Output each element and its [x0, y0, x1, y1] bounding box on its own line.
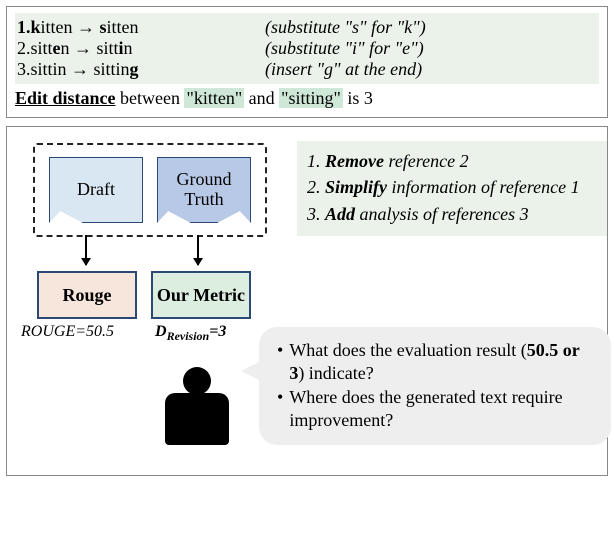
our-metric-box: Our Metric	[151, 271, 251, 319]
draft-doc: Draft	[49, 157, 143, 223]
rouge-box: Rouge	[37, 271, 137, 319]
transform-steps: 1.kitten → sitten (substitute "s" for "k…	[15, 13, 599, 84]
speech-bubble: • What does the evaluation result (50.5 …	[259, 327, 611, 445]
step-note: (substitute "i" for "e")	[265, 38, 424, 59]
op-1: 1. Remove reference 2	[307, 149, 597, 173]
arrow-gt-to-ourmetric	[197, 235, 199, 265]
step-num: 2.	[17, 38, 31, 58]
person-icon	[157, 367, 237, 457]
question-2: • Where does the generated text require …	[277, 386, 597, 433]
arrow-draft-to-rouge	[85, 235, 87, 265]
step-1: 1.kitten → sitten (substitute "s" for "k…	[15, 17, 599, 38]
step-3: 3.sittin → sitting (insert "g" at the en…	[15, 59, 599, 80]
word-kitten: "kitten"	[184, 88, 244, 108]
step-2: 2.sitten → sittin (substitute "i" for "e…	[15, 38, 599, 59]
op-2: 2. Simplify information of reference 1	[307, 175, 597, 199]
question-1: • What does the evaluation result (50.5 …	[277, 339, 597, 386]
step-note: (substitute "s" for "k")	[265, 17, 426, 38]
metric-diagram-panel: Draft Ground Truth Rouge Our Metric ROUG…	[6, 126, 608, 476]
revision-ops-panel: 1. Remove reference 2 2. Simplify inform…	[297, 141, 607, 236]
edit-distance-panel: 1.kitten → sitten (substitute "s" for "k…	[6, 6, 608, 118]
step-note: (insert "g" at the end)	[265, 59, 422, 80]
edit-distance-summary: Edit distance between "kitten" and "sitt…	[15, 88, 599, 109]
word-sitting: "sitting"	[279, 88, 343, 108]
step-num: 3.	[17, 59, 31, 79]
rouge-score: ROUGE=50.5	[21, 323, 114, 341]
step-num: 1.	[17, 17, 31, 37]
input-group: Draft Ground Truth	[33, 143, 267, 237]
d-revision-score: DRevision=3	[155, 323, 226, 344]
op-3: 3. Add analysis of references 3	[307, 202, 597, 226]
ground-truth-doc: Ground Truth	[157, 157, 251, 223]
